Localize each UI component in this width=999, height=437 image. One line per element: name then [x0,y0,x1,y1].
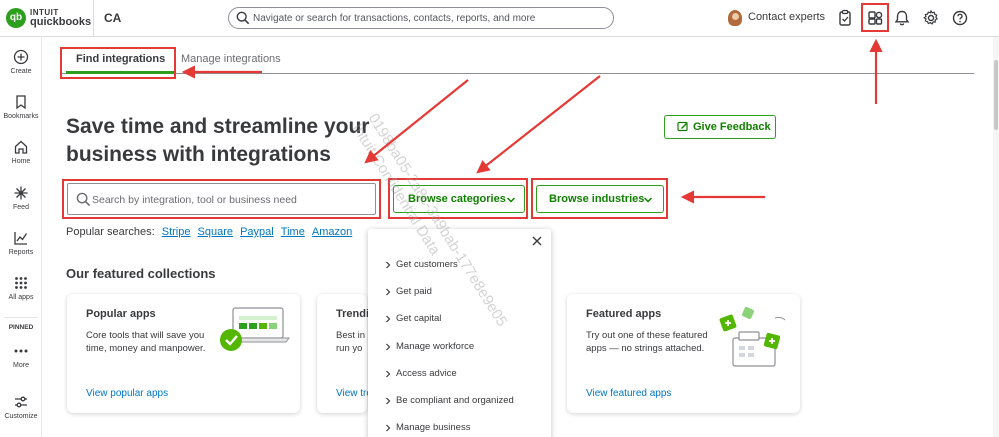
give-feedback-label: Give Feedback [693,121,771,133]
browse-categories-highlight [388,178,528,219]
page-title: Save time and streamline your business w… [66,113,446,169]
nav-feed[interactable]: Feed [0,185,42,211]
chevron-right-icon [386,370,391,378]
sliders-icon [15,396,27,408]
card-description: Best in run yo [336,330,366,354]
menu-item-label: Access advice [396,368,457,379]
browse-categories-menu: Get customers Get paid Get capital Manag… [368,229,551,437]
chevron-right-icon [386,397,391,405]
nav-more[interactable]: More [0,343,42,369]
left-nav: Create Bookmarks Home Feed Reports All a… [0,37,42,437]
laptop-check-illustration [220,307,290,351]
tab-manage-integrations[interactable]: Manage integrations [181,53,281,65]
nav-all-apps[interactable]: All apps [0,275,42,301]
contact-experts-label: Contact experts [748,11,826,23]
nav-home[interactable]: Home [0,139,42,165]
featured-collections-title: Our featured collections [66,266,216,281]
card-featured-apps[interactable]: Featured apps Try out one of these featu… [567,294,800,413]
nav-more-label: More [13,362,29,369]
global-search[interactable] [228,7,614,29]
register-illustration [719,307,786,367]
grid-icon [15,277,27,289]
card-title: Trendi [336,308,370,320]
integration-search-highlight [62,179,381,219]
menu-item-label: Get capital [396,313,442,324]
nav-home-label: Home [11,158,31,165]
menu-item-label: Get customers [396,259,458,270]
apps-icon-highlight [861,3,889,32]
feedback-icon [677,121,688,132]
card-title: Popular apps [86,308,156,320]
popular-link-time[interactable]: Time [281,226,305,238]
nav-reports[interactable]: Reports [0,230,42,256]
popular-link-stripe[interactable]: Stripe [162,226,191,238]
popular-link-paypal[interactable]: Paypal [240,226,274,238]
close-icon[interactable] [531,235,543,247]
chevron-right-icon [386,261,391,269]
chevron-right-icon [386,315,391,323]
card-popular-apps[interactable]: Popular apps Core tools that will save y… [67,294,300,413]
bookmark-icon [16,95,26,110]
help-icon[interactable] [951,9,969,27]
expert-avatar [728,10,742,26]
quickbooks-logo[interactable]: qb INTUIT quickbooks [6,8,92,30]
page-title-line-2: business with integrations [66,143,331,166]
card-link[interactable]: View tre [336,388,372,399]
arrow-to-browse-categories [476,75,601,174]
nav-bookmarks[interactable]: Bookmarks [0,94,42,120]
popular-searches: Popular searches: Stripe Square Paypal T… [66,226,352,238]
page-title-line-1: Save time and streamline your [66,115,370,138]
give-feedback-button[interactable]: Give Feedback [664,115,776,139]
pinned-divider [4,317,38,318]
bell-icon[interactable] [893,9,911,27]
sparkle-icon [14,186,28,200]
nav-customize-label: Customize [4,413,38,420]
pinned-label: PINNED [8,324,34,331]
page-scrollbar-thumb[interactable] [994,60,998,130]
top-bar: qb INTUIT quickbooks CA Contact experts [0,0,999,37]
card-title: Featured apps [586,308,662,320]
search-icon [236,11,250,25]
card-link[interactable]: View featured apps [586,388,671,399]
nav-reports-label: Reports [8,249,34,256]
more-dots-icon [14,349,28,353]
home-icon [14,140,28,154]
menu-item-label: Get paid [396,286,432,297]
nav-create-label: Create [10,68,32,75]
chevron-right-icon [386,288,391,296]
app-root: qb INTUIT quickbooks CA Contact experts [0,0,999,437]
checklist-icon[interactable] [836,9,854,27]
card-trending-apps[interactable]: Trendi Best in run yo View tre [317,294,372,413]
quickbooks-wordmark: quickbooks [30,16,92,28]
plus-circle-icon [13,49,29,65]
nav-customize[interactable]: Customize [0,394,42,420]
find-integrations-highlight [60,47,176,79]
card-description: Try out one of these featured apps — no … [586,330,708,354]
global-search-input[interactable] [253,10,603,26]
menu-item-label: Be compliant and organized [396,395,514,406]
popular-link-amazon[interactable]: Amazon [312,226,352,238]
nav-create[interactable]: Create [0,49,42,75]
card-link[interactable]: View popular apps [86,388,168,399]
chart-icon [14,232,28,245]
chevron-right-icon [386,424,391,432]
header-divider [93,0,94,36]
company-name[interactable]: CA [104,11,121,25]
popular-link-square[interactable]: Square [198,226,233,238]
popular-searches-label: Popular searches: [66,226,155,238]
nav-feed-label: Feed [13,204,29,211]
menu-item-label: Manage business [396,422,471,433]
nav-all-apps-label: All apps [8,294,34,301]
gear-icon[interactable] [922,9,940,27]
menu-item-label: Manage workforce [396,341,475,352]
browse-industries-highlight [531,178,668,219]
qb-logo-icon: qb [6,8,26,28]
card-description: Core tools that will save you time, mone… [86,330,206,354]
integration-tabs: Find integrations Manage integrations [60,46,974,74]
chevron-right-icon [386,343,391,351]
nav-bookmarks-label: Bookmarks [3,113,39,120]
